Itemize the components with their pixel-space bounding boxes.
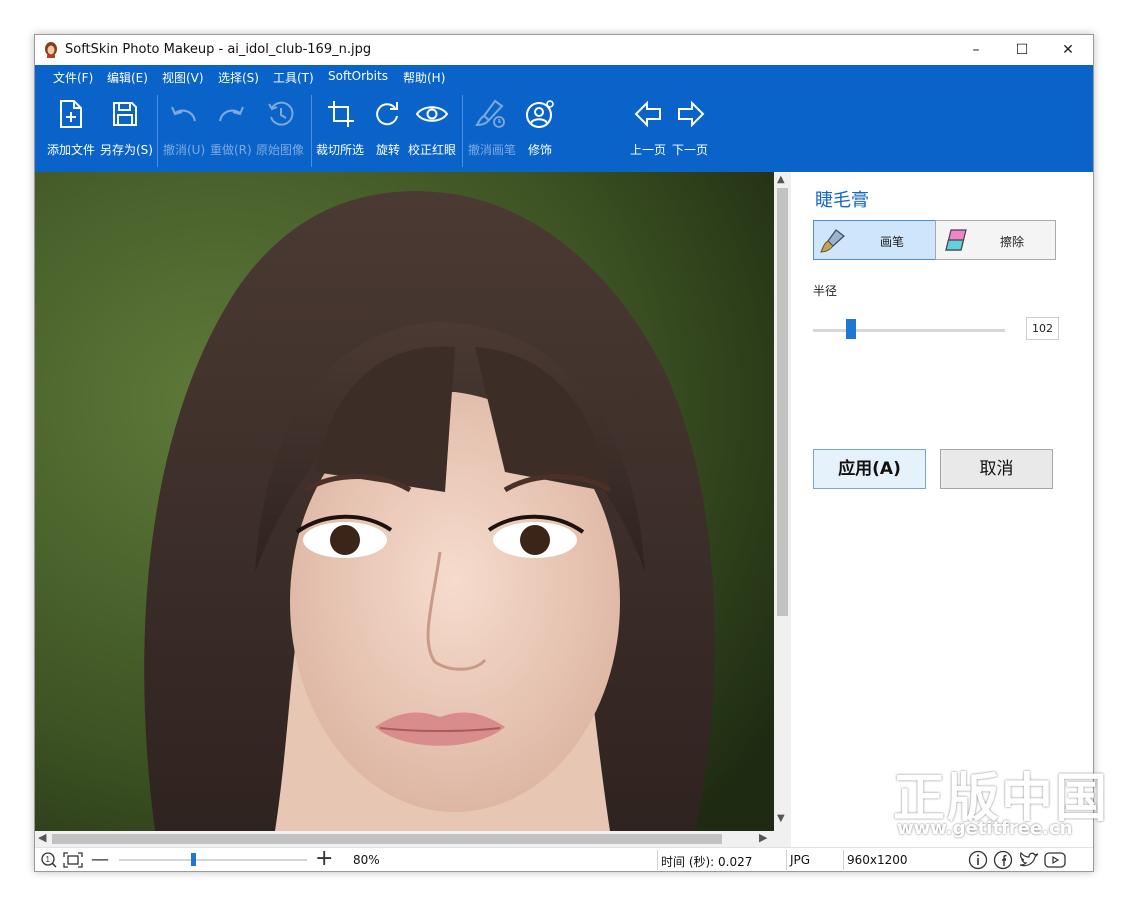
arrow-right-icon[interactable] <box>676 100 706 128</box>
status-bar: 1 — + 80% 时间 (秒): 0.027 JPG 960x1200 <box>35 846 1093 871</box>
info-icon[interactable] <box>968 850 988 870</box>
cancel-button[interactable]: 取消 <box>940 449 1053 489</box>
crop-icon[interactable] <box>326 99 356 129</box>
horizontal-scrollbar[interactable]: ◀ ▶ <box>35 831 774 847</box>
facebook-icon[interactable] <box>993 850 1013 870</box>
svg-text:1: 1 <box>46 855 51 864</box>
toolbar-separator <box>157 95 158 167</box>
crop-selection-button[interactable]: 裁切所选 <box>316 141 364 158</box>
scroll-up-icon[interactable]: ▲ <box>777 174 785 185</box>
status-separator <box>843 850 844 870</box>
menu-bar: 文件(F) 编辑(E) 视图(V) 选择(S) 工具(T) SoftOrbits… <box>35 65 1093 89</box>
scroll-left-icon[interactable]: ◀ <box>38 831 46 844</box>
vertical-scroll-thumb[interactable] <box>777 188 788 616</box>
undo-brush-button[interactable]: 撤消画笔 <box>468 141 516 158</box>
minimize-button[interactable]: – <box>953 35 999 65</box>
youtube-icon[interactable] <box>1044 851 1066 869</box>
brush-icon <box>820 229 845 253</box>
portrait-photo <box>35 172 774 831</box>
retouch-icon[interactable] <box>524 98 556 130</box>
menu-edit[interactable]: 编辑(E) <box>107 69 148 86</box>
redo-button[interactable]: 重做(R) <box>210 141 252 158</box>
red-eye-button[interactable]: 校正红眼 <box>408 141 456 158</box>
eye-icon[interactable] <box>415 103 449 125</box>
app-logo-icon <box>45 42 57 58</box>
retouch-button[interactable]: 修饰 <box>528 141 552 158</box>
scroll-down-icon[interactable]: ▼ <box>777 813 785 824</box>
redo-icon[interactable] <box>216 101 246 127</box>
brush-mode-button[interactable]: 画笔 <box>813 220 936 260</box>
apply-button[interactable]: 应用(A) <box>813 449 926 489</box>
undo-icon[interactable] <box>169 101 199 127</box>
add-file-button[interactable]: 添加文件 <box>47 141 95 158</box>
vertical-scrollbar[interactable]: ▲ ▼ <box>774 172 791 831</box>
prev-page-button[interactable]: 上一页 <box>630 141 666 158</box>
toolbar-separator <box>311 95 312 167</box>
history-icon[interactable] <box>266 99 296 129</box>
rotate-icon[interactable] <box>373 99 401 129</box>
scroll-right-icon[interactable]: ▶ <box>759 831 767 844</box>
zoom-level: 80% <box>353 853 380 867</box>
tool-panel: 睫毛膏 画笔 擦除 半径 102 应用(A) 取消 <box>791 172 1093 847</box>
maximize-button[interactable]: ☐ <box>999 35 1045 65</box>
image-format: JPG <box>790 853 811 867</box>
menu-help[interactable]: 帮助(H) <box>403 69 445 86</box>
menu-view[interactable]: 视图(V) <box>162 69 204 86</box>
save-icon[interactable] <box>111 100 139 128</box>
close-button[interactable]: ✕ <box>1045 35 1091 65</box>
status-separator <box>657 850 658 870</box>
original-image-button[interactable]: 原始图像 <box>256 141 304 158</box>
title-bar: SoftSkin Photo Makeup - ai_idol_club-169… <box>35 35 1093 65</box>
toolbar-separator <box>462 95 463 167</box>
menu-select[interactable]: 选择(S) <box>218 69 259 86</box>
fit-window-icon[interactable] <box>63 852 83 868</box>
radius-slider-thumb[interactable] <box>846 319 857 339</box>
zoom-out-icon[interactable]: — <box>91 849 109 870</box>
menu-tools[interactable]: 工具(T) <box>273 69 314 86</box>
app-window: SoftSkin Photo Makeup - ai_idol_club-169… <box>34 34 1094 872</box>
undo-brush-icon[interactable] <box>475 98 507 130</box>
zoom-slider-thumb[interactable] <box>191 853 197 866</box>
processing-time: 时间 (秒): 0.027 <box>661 855 753 869</box>
menu-softorbits[interactable]: SoftOrbits <box>328 69 388 83</box>
undo-button[interactable]: 撤消(U) <box>163 141 205 158</box>
zoom-in-icon[interactable]: + <box>315 846 333 871</box>
status-separator <box>786 850 787 870</box>
window-title: SoftSkin Photo Makeup - ai_idol_club-169… <box>65 42 372 57</box>
save-as-button[interactable]: 另存为(S) <box>100 141 153 158</box>
menu-file[interactable]: 文件(F) <box>53 69 93 86</box>
arrow-left-icon[interactable] <box>633 100 663 128</box>
photo-canvas[interactable] <box>35 172 774 831</box>
watermark-url: www.getitfree.cn <box>897 818 1073 839</box>
radius-label: 半径 <box>813 284 838 298</box>
erase-mode-button[interactable]: 擦除 <box>935 220 1056 260</box>
next-page-button[interactable]: 下一页 <box>672 141 708 158</box>
erase-mode-label: 擦除 <box>1000 235 1025 249</box>
image-size: 960x1200 <box>847 853 908 867</box>
scroll-corner <box>774 831 791 847</box>
zoom-slider[interactable] <box>119 859 307 861</box>
twitter-icon[interactable] <box>1018 851 1040 869</box>
add-file-icon[interactable] <box>58 99 84 129</box>
horizontal-scroll-thumb[interactable] <box>52 834 722 844</box>
zoom-actual-icon[interactable]: 1 <box>40 851 58 869</box>
brush-mode-label: 画笔 <box>880 235 905 249</box>
rotate-button[interactable]: 旋转 <box>376 141 400 158</box>
radius-value-input[interactable]: 102 <box>1026 317 1059 340</box>
radius-slider[interactable] <box>813 329 1005 332</box>
panel-title: 睫毛膏 <box>815 190 869 211</box>
eraser-icon <box>945 229 967 251</box>
